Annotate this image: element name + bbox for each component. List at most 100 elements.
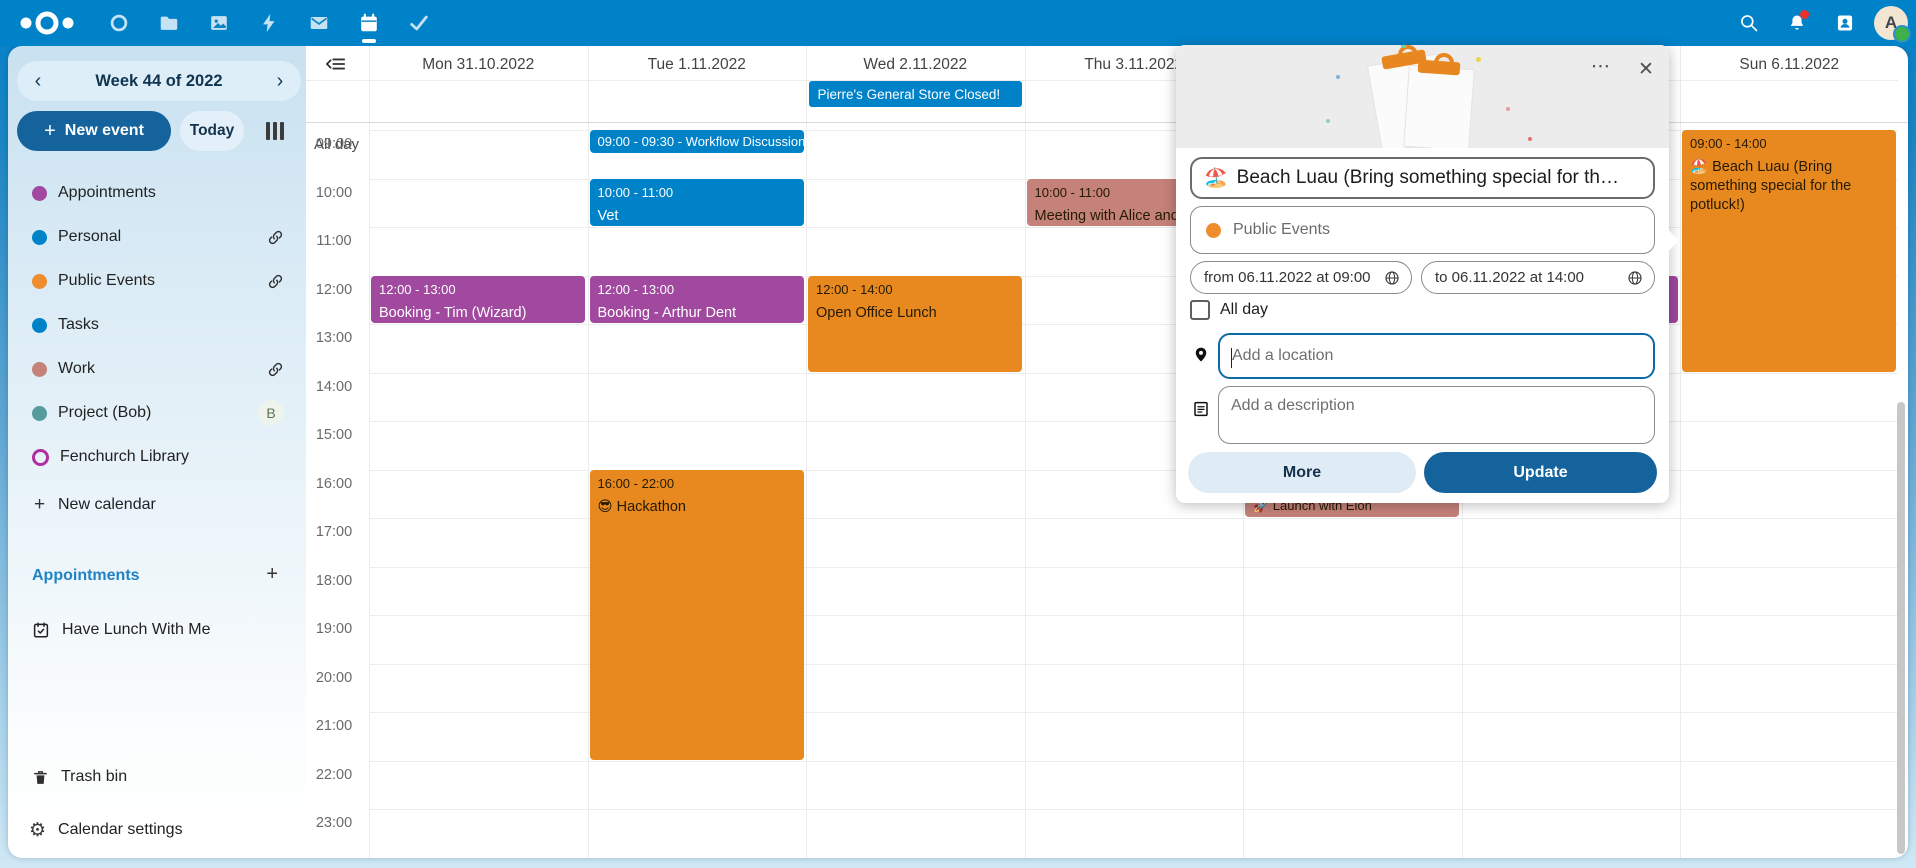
notifications-bell-icon[interactable] (1778, 4, 1816, 42)
calendar-event[interactable]: 09:00 - 09:30 - Workflow Discussion (590, 130, 804, 153)
vertical-scrollbar-thumb[interactable] (1897, 402, 1905, 854)
sidebar-calendar-fenchurch-library[interactable]: Fenchurch Library (8, 435, 306, 479)
hour-label: 20:00 (306, 670, 362, 686)
event-editor-popup: ⋯ ✕ 🏖️ Public Events from 06.11.2022 at … (1176, 45, 1669, 503)
app-icon-calendar[interactable] (344, 0, 394, 46)
today-button[interactable]: Today (180, 111, 244, 151)
calendar-color-dot (32, 274, 47, 289)
new-event-button[interactable]: + New event (17, 111, 171, 151)
calendar-sidebar: ‹ Week 44 of 2022 › + New event Today Ap… (8, 46, 306, 858)
app-icon-activity[interactable] (244, 0, 294, 46)
nextcloud-calendar-app: A ‹ Week 44 of 2022 › + New event Today … (0, 0, 1916, 868)
event-title: Booking - Arthur Dent (598, 304, 796, 323)
text-caret (1231, 348, 1232, 368)
hour-label: 16:00 (306, 476, 362, 492)
plus-icon: + (32, 494, 47, 516)
timezone-globe-icon[interactable] (1627, 270, 1643, 286)
popup-more-actions-icon[interactable]: ⋯ (1584, 55, 1618, 85)
sidebar-calendar-work[interactable]: Work (8, 347, 306, 391)
sidebar-calendar-project-bob-[interactable]: Project (Bob)B (8, 391, 306, 435)
event-time: 09:00 - 14:00 (1690, 136, 1888, 151)
location-pin-icon (1192, 345, 1210, 363)
event-title-field: 🏖️ (1190, 157, 1655, 199)
search-icon[interactable] (1730, 4, 1768, 42)
close-icon[interactable]: ✕ (1631, 55, 1661, 85)
all-day-checkbox[interactable] (1190, 300, 1210, 320)
sidebar-calendar-personal[interactable]: Personal (8, 215, 306, 259)
calendar-label: Public Events (58, 272, 155, 290)
hour-label: 09:00 (306, 136, 362, 152)
sidebar-calendar-appointments[interactable]: Appointments (8, 171, 306, 215)
collapse-all-day-icon[interactable] (326, 56, 346, 77)
app-icon-photos[interactable] (194, 0, 244, 46)
appointment-item[interactable]: Have Lunch With Me (8, 614, 306, 646)
trash-icon (32, 769, 49, 786)
calendar-label: Tasks (58, 316, 99, 334)
day-column-border (369, 46, 370, 858)
shared-link-icon[interactable] (267, 273, 284, 290)
sidebar-calendar-public-events[interactable]: Public Events (8, 259, 306, 303)
all-day-event[interactable]: Pierre's General Store Closed! (809, 81, 1023, 107)
more-button[interactable]: More (1188, 452, 1416, 493)
location-field (1218, 333, 1655, 379)
app-icon-files[interactable] (144, 0, 194, 46)
sidebar-calendar-tasks[interactable]: Tasks (8, 303, 306, 347)
location-input[interactable] (1220, 347, 1653, 365)
event-title-input[interactable] (1237, 167, 1641, 189)
calendar-event[interactable]: 12:00 - 14:00 Open Office Lunch (808, 276, 1022, 372)
calendar-event[interactable]: 12:00 - 13:00Booking - Tim (Wizard) (371, 276, 585, 324)
hour-label: 17:00 (306, 524, 362, 540)
add-appointment-config-button[interactable]: + (266, 563, 278, 586)
app-icon-circle[interactable] (94, 0, 144, 46)
description-icon (1192, 400, 1210, 418)
previous-week-button[interactable]: ‹ (23, 66, 53, 96)
calendar-event[interactable]: 09:00 - 14:00🏖️ Beach Luau (Bring someth… (1682, 130, 1896, 372)
toolbar: + New event Today (17, 111, 297, 151)
app-icon-mail[interactable] (294, 0, 344, 46)
hour-label: 18:00 (306, 573, 362, 589)
appointments-section-heading: Appointments (32, 567, 140, 585)
next-week-button[interactable]: › (265, 66, 295, 96)
calendar-event[interactable]: 10:00 - 11:00Vet (590, 179, 804, 227)
hour-label: 22:00 (306, 767, 362, 783)
calendar-color-dot (32, 230, 47, 245)
week-navigation: ‹ Week 44 of 2022 › (17, 61, 301, 101)
gear-icon: ⚙ (29, 821, 46, 840)
day-header: Tue 1.11.2022 (588, 54, 807, 76)
calendar-select[interactable]: Public Events (1190, 206, 1655, 254)
event-time: 12:00 - 13:00 (598, 282, 796, 297)
app-icon-tasks[interactable] (394, 0, 444, 46)
top-header: A (0, 0, 1916, 46)
new-calendar-button[interactable]: +New calendar (8, 483, 306, 527)
calendar-color-dot (1206, 223, 1221, 238)
event-title: Open Office Lunch (816, 304, 1014, 323)
hour-line (369, 809, 1898, 810)
calendar-color-dot (32, 406, 47, 421)
timezone-globe-icon[interactable] (1384, 270, 1400, 286)
trash-bin-item[interactable]: Trash bin (8, 763, 306, 791)
day-header: Wed 2.11.2022 (806, 54, 1025, 76)
calendar-event[interactable]: 12:00 - 13:00 Booking - Arthur Dent (590, 276, 804, 324)
avatar[interactable]: A (1874, 6, 1908, 40)
week-title[interactable]: Week 44 of 2022 (95, 72, 222, 91)
calendar-label: Personal (58, 228, 121, 246)
all-day-checkbox-row[interactable]: All day (1190, 300, 1268, 320)
shared-link-icon[interactable] (267, 361, 284, 378)
start-datetime-field[interactable]: from 06.11.2022 at 09:00 (1190, 261, 1412, 294)
header-actions: A (1730, 0, 1908, 46)
update-button[interactable]: Update (1424, 452, 1657, 493)
event-title: 😎 Hackathon (598, 498, 796, 517)
calendar-event[interactable]: 16:00 - 22:00😎 Hackathon (590, 470, 804, 760)
event-time: 12:00 - 14:00 (816, 282, 1014, 297)
contacts-icon[interactable] (1826, 4, 1864, 42)
calendar-settings-button[interactable]: ⚙ Calendar settings (11, 810, 303, 850)
calendar-label: Fenchurch Library (60, 448, 189, 466)
end-datetime-field[interactable]: to 06.11.2022 at 14:00 (1421, 261, 1655, 294)
description-input[interactable] (1219, 387, 1654, 443)
hour-label: 10:00 (306, 185, 362, 201)
day-column-border (588, 46, 589, 858)
shared-link-icon[interactable] (267, 229, 284, 246)
nextcloud-logo-icon[interactable] (18, 8, 80, 38)
week-view-icon[interactable] (266, 122, 284, 140)
calendar-label: Work (58, 360, 95, 378)
